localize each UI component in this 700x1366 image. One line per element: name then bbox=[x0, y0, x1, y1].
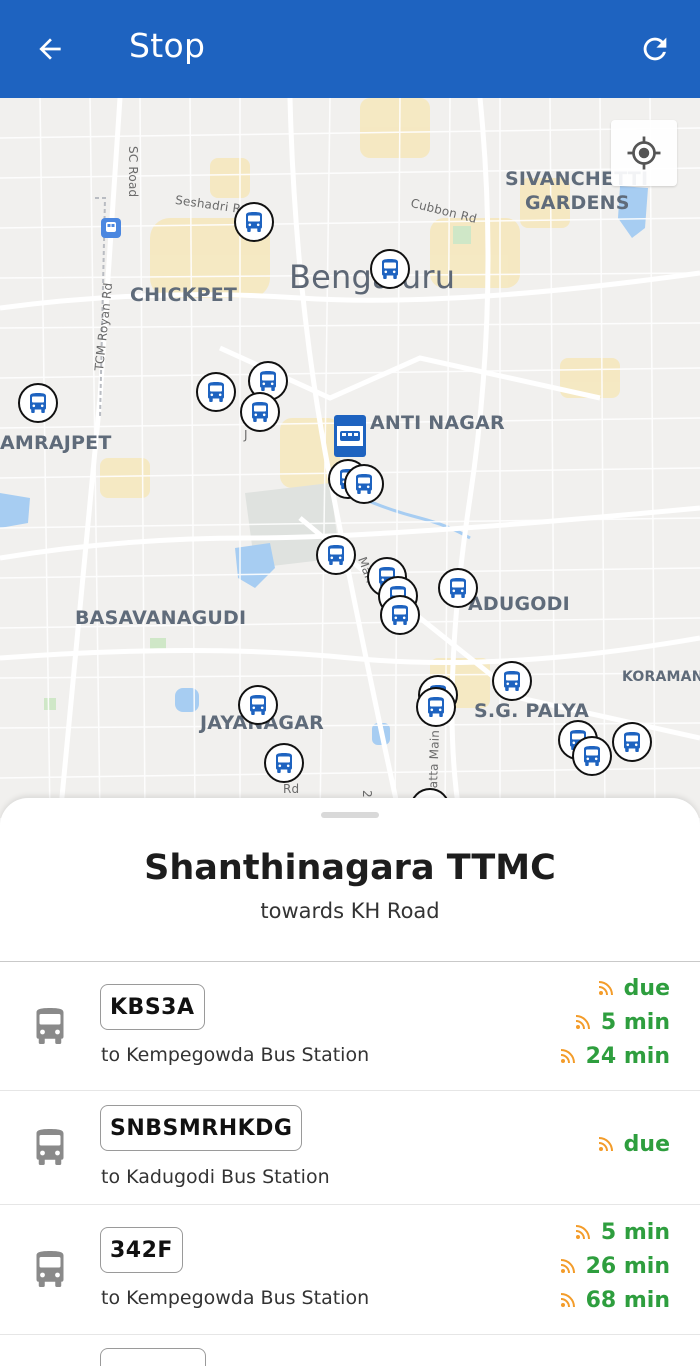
eta-list: 5 min 26 min 68 min bbox=[560, 1215, 670, 1317]
bus-icon bbox=[450, 578, 466, 598]
bus-icon bbox=[252, 402, 268, 422]
route-row-snbsmrhkdg[interactable]: SNBSMRHKDG to Kadugodi Bus Station due bbox=[0, 1091, 700, 1205]
route-code-badge: KBS3A bbox=[100, 984, 205, 1030]
bus-icon bbox=[246, 212, 262, 232]
my-location-button[interactable] bbox=[611, 120, 677, 186]
bus-icon bbox=[428, 697, 444, 717]
bus-icon bbox=[260, 371, 276, 391]
bus-icon bbox=[250, 695, 266, 715]
bus-location-marker[interactable] bbox=[264, 743, 304, 783]
eta-text: 5 min bbox=[600, 1009, 670, 1035]
bus-location-marker[interactable] bbox=[416, 687, 456, 727]
live-signal-icon bbox=[598, 1137, 613, 1152]
bus-icon bbox=[328, 545, 344, 565]
eta-list: due bbox=[598, 1127, 670, 1161]
bus-icon bbox=[276, 753, 292, 773]
route-row-342f[interactable]: 342F to Kempegowda Bus Station 5 min 26 … bbox=[0, 1205, 700, 1335]
selected-stop-marker[interactable] bbox=[334, 415, 366, 457]
live-signal-icon bbox=[560, 1259, 575, 1274]
bus-icon bbox=[36, 1008, 64, 1044]
bus-icon bbox=[624, 732, 640, 752]
bus-icon bbox=[36, 1251, 64, 1287]
map-road-j: J bbox=[244, 428, 248, 442]
eta-item: 5 min bbox=[560, 1005, 670, 1039]
sheet-drag-handle[interactable] bbox=[321, 812, 379, 818]
bus-location-marker[interactable] bbox=[238, 685, 278, 725]
bus-location-marker[interactable] bbox=[344, 464, 384, 504]
route-code-badge-partial bbox=[100, 1348, 206, 1366]
bus-icon bbox=[504, 671, 520, 691]
eta-item: 24 min bbox=[560, 1039, 670, 1073]
metro-station-icon bbox=[101, 218, 121, 238]
eta-list: due 5 min 24 min bbox=[560, 971, 670, 1073]
bus-icon bbox=[584, 746, 600, 766]
route-row-partial[interactable] bbox=[0, 1335, 700, 1366]
eta-item: 5 min bbox=[560, 1215, 670, 1249]
eta-text: 24 min bbox=[585, 1043, 670, 1069]
stop-direction: towards KH Road bbox=[260, 899, 440, 923]
bus-stop-icon bbox=[337, 426, 363, 446]
arrow-back-icon bbox=[39, 38, 61, 60]
bus-location-marker[interactable] bbox=[234, 202, 274, 242]
back-button[interactable] bbox=[28, 27, 72, 71]
route-code-badge: 342F bbox=[100, 1227, 183, 1273]
map-road-rd: Rd bbox=[283, 782, 300, 796]
bus-location-marker[interactable] bbox=[612, 722, 652, 762]
bus-icon bbox=[30, 393, 46, 413]
route-destination: to Kadugodi Bus Station bbox=[101, 1166, 330, 1188]
refresh-button[interactable] bbox=[632, 26, 678, 72]
eta-text: due bbox=[623, 1131, 670, 1157]
map-label-koramangala: KORAMANG bbox=[622, 669, 700, 685]
bus-location-marker[interactable] bbox=[572, 736, 612, 776]
map-view[interactable]: Bengaluru CHICKPET SIVANCHETTI GARDENS A… bbox=[0, 98, 700, 818]
route-row-kbs3a[interactable]: KBS3A to Kempegowda Bus Station due 5 mi… bbox=[0, 962, 700, 1091]
map-label-basavanagudi: BASAVANAGUDI bbox=[75, 607, 247, 629]
eta-item: 68 min bbox=[560, 1283, 670, 1317]
page-title: Stop bbox=[129, 26, 206, 65]
stop-details-sheet: Shanthinagara TTMC towards KH Road KBS3A… bbox=[0, 798, 700, 1366]
bus-icon bbox=[208, 382, 224, 402]
live-signal-icon bbox=[560, 1049, 575, 1064]
bus-icon bbox=[382, 259, 398, 279]
bus-location-marker[interactable] bbox=[316, 535, 356, 575]
live-signal-icon bbox=[575, 1225, 590, 1240]
bus-location-marker[interactable] bbox=[196, 372, 236, 412]
bus-location-marker[interactable] bbox=[380, 595, 420, 635]
map-label-chickpet: CHICKPET bbox=[130, 284, 238, 306]
bus-icon bbox=[392, 605, 408, 625]
bus-icon bbox=[356, 474, 372, 494]
my-location-icon bbox=[627, 136, 661, 170]
map-road-sc: SC Road bbox=[126, 146, 140, 198]
eta-item: 26 min bbox=[560, 1249, 670, 1283]
map-label-sg-palya: S.G. PALYA bbox=[474, 700, 590, 722]
route-destination: to Kempegowda Bus Station bbox=[101, 1044, 370, 1066]
map-label-gardens: GARDENS bbox=[525, 192, 630, 214]
app-bar: Stop bbox=[0, 0, 700, 98]
route-code-badge: SNBSMRHKDG bbox=[100, 1105, 303, 1151]
route-destination: to Kempegowda Bus Station bbox=[101, 1287, 370, 1309]
refresh-icon bbox=[643, 37, 667, 61]
bus-icon bbox=[36, 1129, 64, 1165]
eta-item: due bbox=[560, 971, 670, 1005]
eta-text: 26 min bbox=[585, 1253, 670, 1279]
live-signal-icon bbox=[598, 981, 613, 996]
bus-location-marker[interactable] bbox=[438, 568, 478, 608]
stop-name: Shanthinagara TTMC bbox=[144, 848, 556, 888]
map-road-hosur-main: atta Main bbox=[426, 729, 443, 789]
bus-location-marker[interactable] bbox=[492, 661, 532, 701]
map-label-amrajpet: AMRAJPET bbox=[0, 432, 112, 454]
eta-item: due bbox=[598, 1127, 670, 1161]
live-signal-icon bbox=[560, 1293, 575, 1308]
eta-text: 68 min bbox=[585, 1287, 670, 1313]
map-label-adugodi: ADUGODI bbox=[468, 593, 570, 615]
bus-location-marker[interactable] bbox=[240, 392, 280, 432]
route-list: KBS3A to Kempegowda Bus Station due 5 mi… bbox=[0, 962, 700, 1366]
map-label-shanti-nagar: ANTI NAGAR bbox=[370, 412, 505, 434]
live-signal-icon bbox=[575, 1015, 590, 1030]
eta-text: 5 min bbox=[600, 1219, 670, 1245]
bus-location-marker[interactable] bbox=[370, 249, 410, 289]
bus-location-marker[interactable] bbox=[18, 383, 58, 423]
eta-text: due bbox=[623, 975, 670, 1001]
